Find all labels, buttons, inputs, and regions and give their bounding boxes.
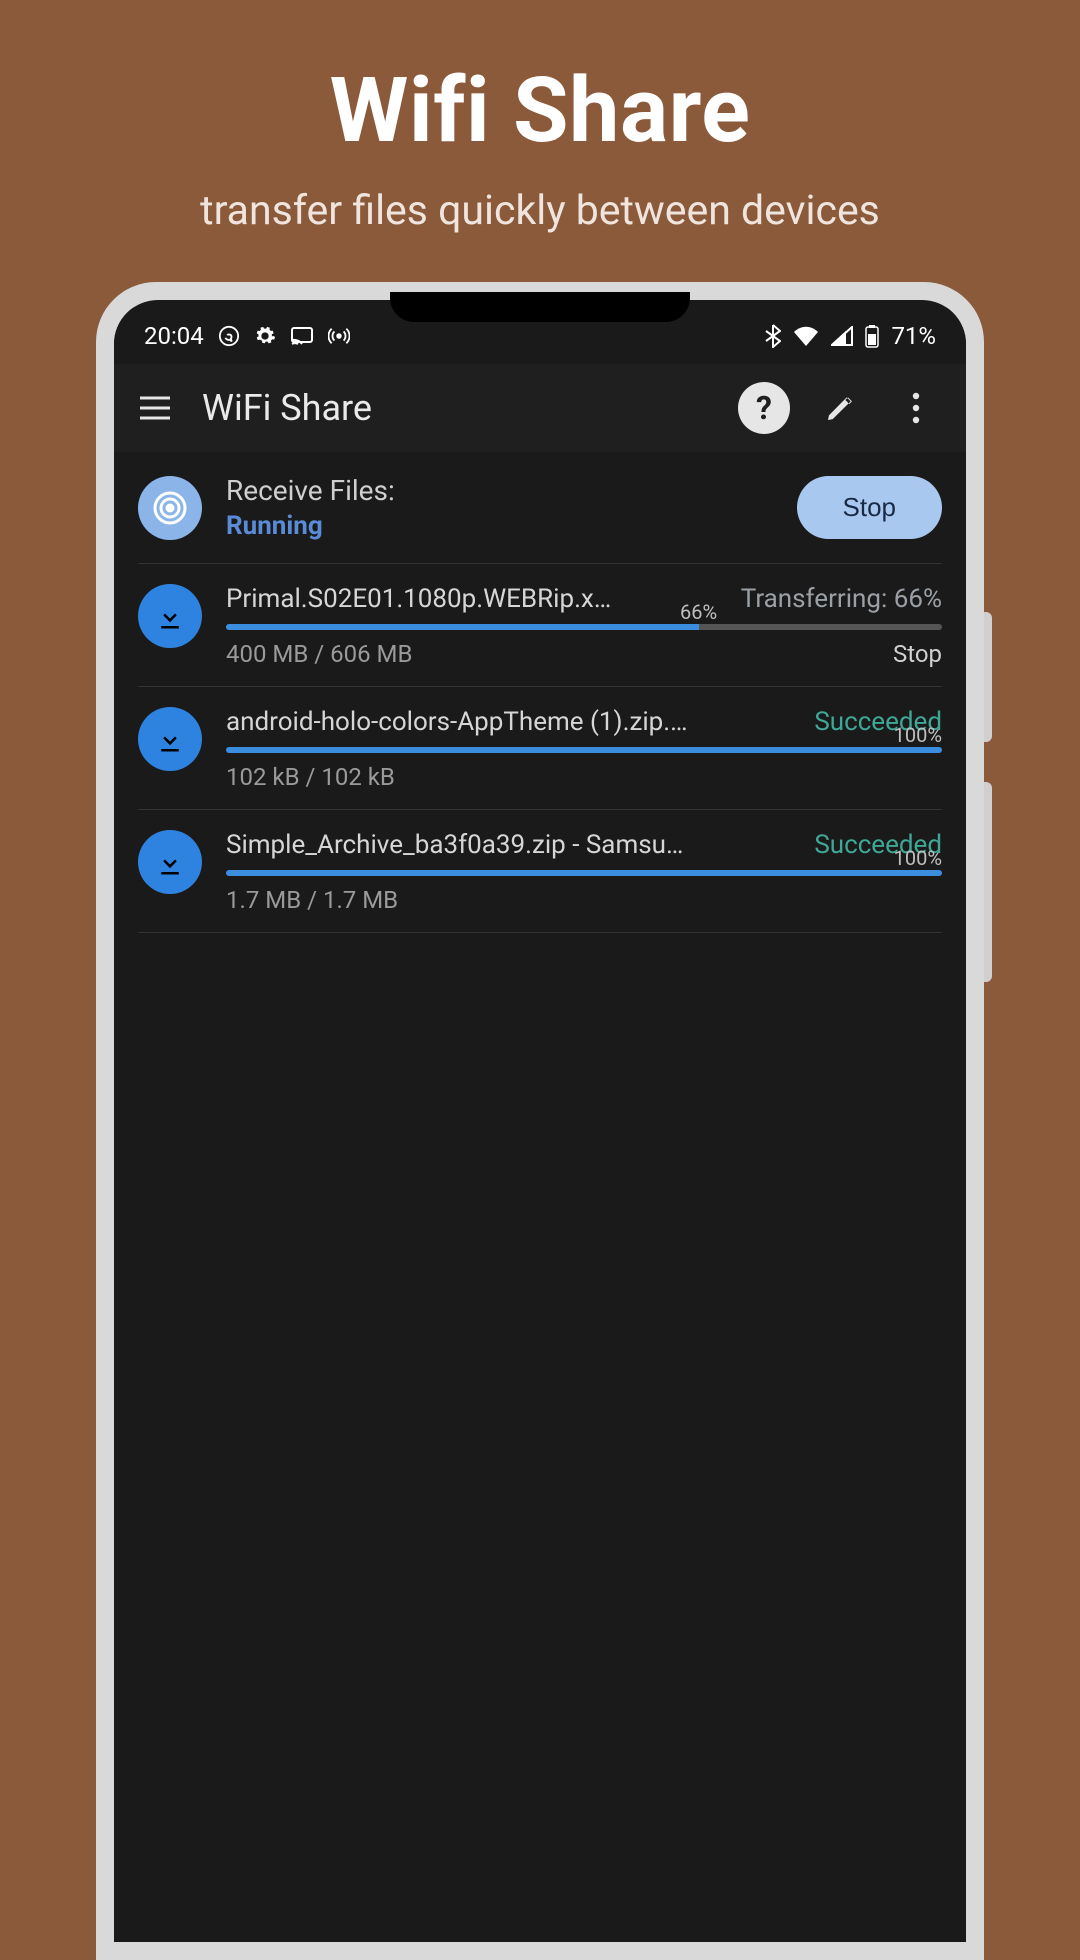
help-icon: ? (756, 389, 772, 427)
more-vert-icon (912, 392, 920, 424)
transfer-stop-link[interactable]: Stop (893, 640, 942, 668)
progress-percent-label: 100% (894, 723, 942, 747)
promo-title: Wifi Share (0, 0, 1080, 163)
status-battery-percent: 71% (891, 322, 936, 350)
app-bar: WiFi Share ? (114, 364, 966, 452)
app-title: WiFi Share (202, 387, 714, 429)
progress-bar (226, 747, 942, 753)
cast-icon (290, 326, 314, 346)
download-icon (138, 830, 202, 894)
help-button[interactable]: ? (738, 382, 790, 434)
progress-bar (226, 870, 942, 876)
status-time: 20:04 (144, 322, 204, 350)
progress-bar (226, 624, 942, 630)
transfer-size: 102 kB / 102 kB (226, 763, 395, 791)
transfer-size: 1.7 MB / 1.7 MB (226, 886, 398, 914)
edit-button[interactable] (814, 382, 866, 434)
pencil-icon (824, 392, 856, 424)
receive-status: Running (226, 511, 773, 541)
overflow-menu-button[interactable] (890, 382, 942, 434)
gear-icon (254, 325, 276, 347)
transfer-row: Simple_Archive_ba3f0a39.zip - Samsu… Suc… (138, 810, 942, 933)
wifi-icon (793, 326, 819, 346)
screen: 20:04 (114, 300, 966, 1942)
stop-receive-button[interactable]: Stop (797, 476, 943, 539)
device-frame: 20:04 (96, 282, 984, 1960)
receive-header: Receive Files: Running Stop (138, 474, 942, 564)
transfer-size: 400 MB / 606 MB (226, 640, 412, 668)
transfer-row: Primal.S02E01.1080p.WEBRip.x… Transferri… (138, 564, 942, 687)
hotspot-icon (328, 325, 350, 347)
download-icon (138, 707, 202, 771)
progress-percent-label: 100% (894, 846, 942, 870)
transfer-filename: Primal.S02E01.1080p.WEBRip.x… (226, 584, 731, 614)
hamburger-icon[interactable] (138, 395, 172, 421)
content-area: Receive Files: Running Stop Primal.S02E0… (114, 452, 966, 1942)
transfer-filename: android-holo-colors-AppTheme (1).zip.… (226, 707, 804, 737)
promo-subtitle: transfer files quickly between devices (0, 187, 1080, 235)
receive-label: Receive Files: (226, 474, 773, 507)
download-icon (138, 584, 202, 648)
device-notch (390, 292, 690, 322)
bluetooth-icon (765, 324, 781, 348)
transfer-row: android-holo-colors-AppTheme (1).zip.… S… (138, 687, 942, 810)
device-side-button (984, 782, 992, 982)
transfer-filename: Simple_Archive_ba3f0a39.zip - Samsu… (226, 830, 804, 860)
device-side-button (984, 612, 992, 742)
signal-icon (831, 326, 853, 346)
progress-percent-label: 66% (680, 600, 717, 624)
transfer-state: Transferring: 66% (741, 584, 942, 614)
whatsapp-icon (218, 325, 240, 347)
hotspot-receive-icon (138, 476, 202, 540)
battery-icon (865, 324, 879, 348)
